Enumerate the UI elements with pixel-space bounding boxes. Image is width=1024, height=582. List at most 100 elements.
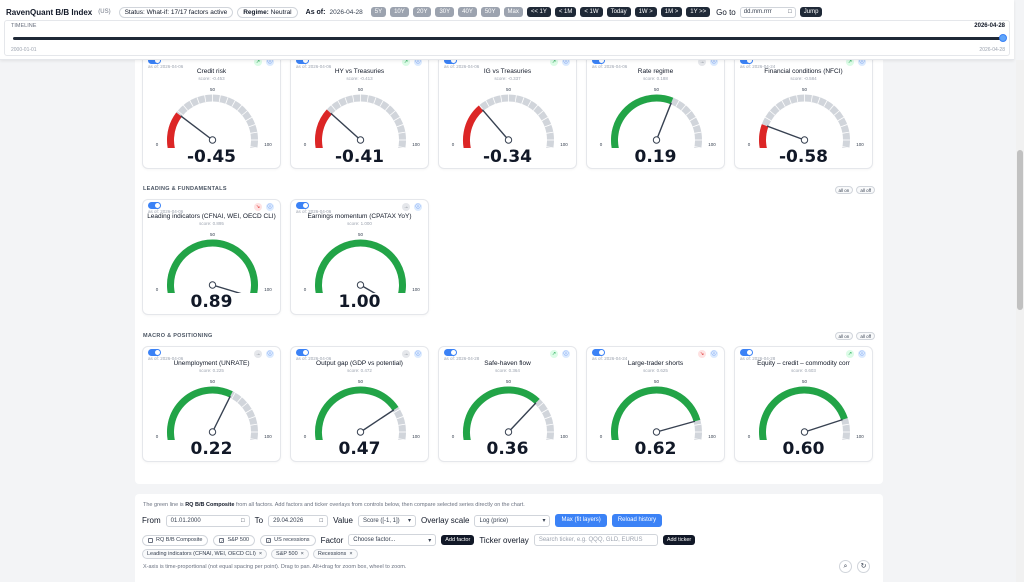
close-icon[interactable]: × <box>259 551 262 557</box>
asof-label: As of: <box>305 8 326 16</box>
factor-name: Rate regime <box>637 68 674 75</box>
factor-name: Credit risk <box>196 68 227 75</box>
add-ticker-button[interactable]: Add ticker <box>662 535 696 545</box>
ticker-search-input[interactable]: Search ticker, e.g. QQQ, GLD, EURUS <box>533 534 658 546</box>
factor-name: Large-trader shorts <box>627 360 684 367</box>
calendar-icon[interactable]: □ <box>320 518 324 524</box>
info-icon[interactable]: ⓘ <box>710 350 718 358</box>
info-icon[interactable]: ⓘ <box>414 203 422 211</box>
factor-card-equity-credit-commodity-corr: as of: 2026-04-28 ↗ ⓘ Equity – credit – com… <box>734 346 873 462</box>
nav-fwd-1m-button[interactable]: 1M > <box>660 7 683 17</box>
info-icon[interactable]: ⓘ <box>266 203 274 211</box>
max-fit-layers-button[interactable]: Max (fit layers) <box>555 514 607 527</box>
macro-all-off-button[interactable]: all off <box>856 332 875 340</box>
factor-name: Unemployment (UNRATE) <box>173 360 250 367</box>
goto-date-input[interactable]: dd.mm.rrrr □ <box>739 6 796 18</box>
to-date-input[interactable]: 29.04.2026 □ <box>268 514 329 527</box>
goto-label: Go to <box>716 7 736 17</box>
composite-checkbox[interactable]: RQ B/B Composite <box>142 534 209 546</box>
trend-flat-icon[interactable]: → <box>402 350 410 358</box>
timeline-slider-handle[interactable] <box>999 34 1007 42</box>
factor-toggle[interactable] <box>740 349 753 356</box>
close-icon[interactable]: × <box>301 551 304 557</box>
overlay-scale-select[interactable]: Log (price) ▾ <box>474 514 551 527</box>
trend-down-icon[interactable]: ↘ <box>254 203 262 211</box>
range-button-10y[interactable]: 10Y <box>390 7 409 17</box>
page-scrollbar[interactable] <box>1016 60 1024 582</box>
nav-back-1y-button[interactable]: << 1Y <box>526 7 551 17</box>
range-button-30y[interactable]: 30Y <box>435 7 455 17</box>
gauge-label-min: 0 <box>748 142 751 147</box>
trend-flat-icon[interactable]: → <box>402 203 410 211</box>
scrollbar-thumb[interactable] <box>1017 150 1023 310</box>
jump-button[interactable]: Jump <box>799 7 823 17</box>
sp500-checkbox-label: S&P 500 <box>227 537 250 543</box>
recessions-checkbox[interactable]: ✓ US recessions <box>260 534 316 546</box>
factor-toggle[interactable] <box>148 349 161 356</box>
info-icon[interactable]: ⓘ <box>266 350 274 358</box>
close-icon[interactable]: × <box>349 551 352 557</box>
gauge-label-mid: 50 <box>358 379 364 384</box>
factor-toggle[interactable] <box>148 202 161 209</box>
gauge-label-min: 0 <box>452 434 455 439</box>
gauge-label-max: 100 <box>412 142 420 147</box>
composite-checkbox-label: RQ B/B Composite <box>156 537 203 543</box>
range-button-50y[interactable]: 50Y <box>480 7 500 17</box>
toolbar-row: RavenQuant B/B Index (US) Status: What-i… <box>6 5 823 19</box>
leading-all-off-button[interactable]: all off <box>856 186 875 194</box>
nav-fwd-1w-button[interactable]: 1W > <box>634 7 657 17</box>
status-badge: Status: What-if: 17/17 factors active <box>118 6 234 18</box>
gauge-label-max: 100 <box>560 434 568 439</box>
layer-tag-label: Leading indicators (CFNAI, WEI, OECD CLI… <box>147 551 256 557</box>
gauge-label-mid: 50 <box>654 87 660 92</box>
macro-all-on-button[interactable]: all on <box>834 332 854 340</box>
trend-flat-icon[interactable]: → <box>254 350 262 358</box>
add-factor-button[interactable]: Add factor <box>441 535 475 545</box>
gauge-hub <box>652 428 661 436</box>
active-layers-row: Leading indicators (CFNAI, WEI, OECD CLI… <box>142 549 358 559</box>
gauge-hub <box>800 428 809 436</box>
trend-up-icon[interactable]: ↗ <box>846 350 854 358</box>
calendar-icon[interactable]: □ <box>788 9 792 15</box>
nav-fwd-1y-button[interactable]: 1Y >> <box>686 7 711 17</box>
gauge-label-max: 100 <box>856 434 864 439</box>
app-title: RavenQuant B/B Index <box>6 7 93 17</box>
range-button-max[interactable]: Max <box>503 7 523 17</box>
gauge-label-mid: 50 <box>210 87 216 92</box>
info-icon[interactable]: ⓘ <box>414 350 422 358</box>
info-icon[interactable]: ⓘ <box>858 350 866 358</box>
gauge-needle <box>481 109 510 141</box>
today-button[interactable]: Today <box>606 7 631 17</box>
factor-toggle[interactable] <box>296 202 309 209</box>
range-button-40y[interactable]: 40Y <box>458 7 477 17</box>
from-date-input[interactable]: 01.01.2000 □ <box>165 514 250 527</box>
sp500-checkbox[interactable]: ✓ S&P 500 <box>213 534 256 546</box>
factor-card-output-gap-gdp-vs-potential: as of: 2026-04-06 → ⓘ Output gap (GDP vs po… <box>290 346 429 462</box>
info-icon[interactable]: ⓘ <box>562 350 570 358</box>
timeline-slider-track[interactable] <box>13 37 1003 40</box>
gauge: 0 50 100 <box>748 87 864 148</box>
regime-label: Regime: <box>243 8 269 16</box>
gauge-needle <box>330 112 361 141</box>
gauge-label-max: 100 <box>412 434 420 439</box>
factor-card-large-trader-shorts: as of: 2026-04-24 ↘ ⓘ Large-trader shorts sc… <box>586 346 725 462</box>
factor-toggle[interactable] <box>444 349 457 356</box>
zoom-icon[interactable]: ⌕ <box>839 560 852 573</box>
factor-select[interactable]: Choose factor... ▾ <box>348 534 437 546</box>
range-button-5y[interactable]: 5Y <box>370 7 387 17</box>
gauge-label-mid: 50 <box>802 87 808 92</box>
gauge-needle <box>211 395 231 433</box>
factor-toggle[interactable] <box>592 349 605 356</box>
nav-back-1m-button[interactable]: < 1M <box>554 7 577 17</box>
factor-toggle[interactable] <box>296 349 309 356</box>
trend-up-icon[interactable]: ↗ <box>550 350 558 358</box>
trend-down-icon[interactable]: ↘ <box>698 350 706 358</box>
leading-all-on-button[interactable]: all on <box>834 186 854 194</box>
calendar-icon[interactable]: □ <box>241 518 245 524</box>
nav-back-1w-button[interactable]: < 1W <box>580 7 603 17</box>
reload-history-button[interactable]: Reload history <box>611 514 663 527</box>
range-button-20y[interactable]: 20Y <box>412 7 432 17</box>
value-select[interactable]: Score ([-1, 1]) ▾ <box>358 514 416 527</box>
factor-value: -0.34 <box>483 147 532 167</box>
reset-icon[interactable]: ↻ <box>857 560 870 573</box>
